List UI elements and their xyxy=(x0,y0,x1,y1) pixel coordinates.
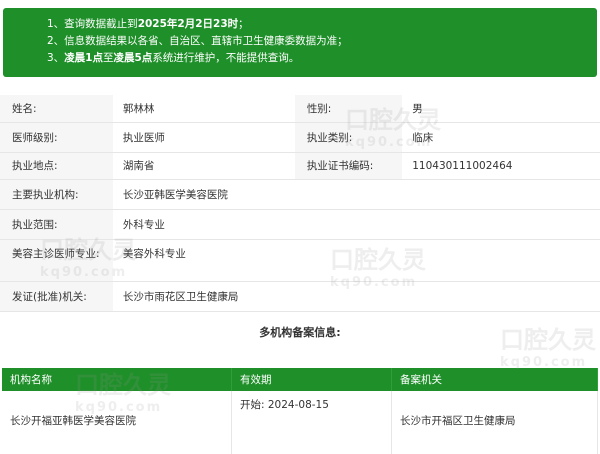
notice-line-1: 1、查询数据截止到2025年2月2日23时； xyxy=(47,18,249,30)
multi-org-title: 多机构备案信息: xyxy=(259,326,341,339)
row-name: 姓名: 郭林林 性别: 男 xyxy=(0,95,600,123)
org-label: 主要执业机构: xyxy=(0,179,113,210)
cert-value: 110430111002464 xyxy=(402,152,600,180)
header-org-name: 机构名称 xyxy=(2,368,232,391)
notice-line-3: 3、凌晨1点至凌晨5点系统进行维护，不能提供查询。 xyxy=(47,52,300,64)
gender-label: 性别: xyxy=(294,95,403,123)
category-value: 临床 xyxy=(402,122,600,153)
header-validity: 有效期 xyxy=(231,368,392,391)
cosmetic-value: 美容外科专业 xyxy=(112,239,600,282)
row-org: 主要执业机构: 长沙亚韩医学美容医院 xyxy=(0,179,600,210)
row-level: 医师级别: 执业医师 执业类别: 临床 xyxy=(0,122,600,153)
cert-label: 执业证书编码: xyxy=(294,152,403,180)
row-cosmetic: 美容主诊医师专业: 美容外科专业 xyxy=(0,239,600,282)
location-label: 执业地点: xyxy=(0,152,113,180)
cosmetic-label: 美容主诊医师专业: xyxy=(0,239,113,282)
level-label: 医师级别: xyxy=(0,122,113,153)
name-label: 姓名: xyxy=(0,95,113,123)
row-authority: 长沙市开福区卫生健康局 xyxy=(391,391,598,454)
gender-value: 男 xyxy=(402,95,600,123)
name-value: 郭林林 xyxy=(112,95,295,123)
scope-label: 执业范围: xyxy=(0,209,113,240)
header-authority: 备案机关 xyxy=(391,368,598,391)
row-location: 执业地点: 湖南省 执业证书编码: 110430111002464 xyxy=(0,152,600,180)
table-row: 长沙开福亚韩医学美容医院 开始: 2024-08-15 长沙市开福区卫生健康局 xyxy=(2,391,598,454)
notice-banner: 1、查询数据截止到2025年2月2日23时； 2、信息数据结果以各省、自治区、直… xyxy=(3,8,597,77)
org-value: 长沙亚韩医学美容医院 xyxy=(112,179,600,210)
category-label: 执业类别: xyxy=(294,122,403,153)
location-value: 湖南省 xyxy=(112,152,295,180)
multi-org-header-row: 机构名称 有效期 备案机关 xyxy=(2,368,598,391)
level-value: 执业医师 xyxy=(112,122,295,153)
notice-date: 2025年2月2日23时 xyxy=(137,18,239,30)
row-scope: 执业范围: 外科专业 xyxy=(0,209,600,240)
scope-value: 外科专业 xyxy=(112,209,600,240)
row-org-name: 长沙开福亚韩医学美容医院 xyxy=(2,391,232,454)
issuer-label: 发证(批准)机关: xyxy=(0,281,113,312)
row-validity: 开始: 2024-08-15 xyxy=(231,391,392,454)
issuer-value: 长沙市雨花区卫生健康局 xyxy=(112,281,600,312)
notice-line-2: 2、信息数据结果以各省、自治区、直辖市卫生健康委数据为准； xyxy=(47,35,348,47)
multi-org-table: 机构名称 有效期 备案机关 长沙开福亚韩医学美容医院 开始: 2024-08-1… xyxy=(2,368,598,454)
row-issuer: 发证(批准)机关: 长沙市雨花区卫生健康局 xyxy=(0,281,600,312)
doctor-info-table: 姓名: 郭林林 性别: 男 医师级别: 执业医师 执业类别: 临床 执业地点: … xyxy=(0,95,600,312)
